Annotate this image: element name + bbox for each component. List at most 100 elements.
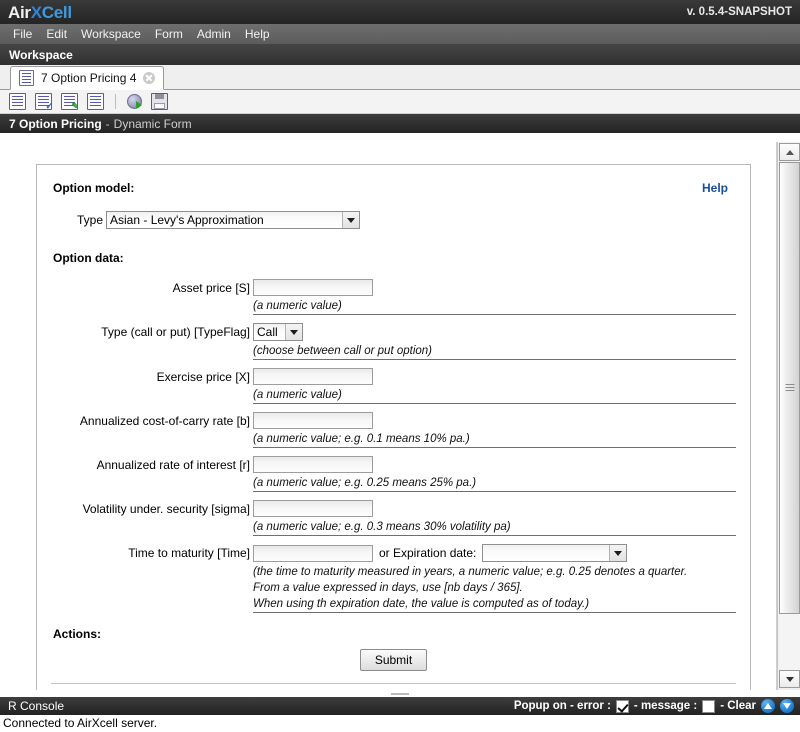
option-data-section-title: Option data: xyxy=(53,251,124,265)
menu-item-form[interactable]: Form xyxy=(148,24,190,44)
popup-on-error-label: Popup on - error : xyxy=(513,700,611,712)
submit-row: Submit xyxy=(51,649,736,671)
breadcrumb-label: Workspace xyxy=(9,47,73,62)
menu-bar: File Edit Workspace Form Admin Help xyxy=(0,24,800,44)
scrollbar-grip-icon xyxy=(785,384,794,392)
expiration-date-select[interactable] xyxy=(482,544,628,562)
form-header-subtitle: Dynamic Form xyxy=(113,116,192,131)
field-row-cost-of-carry: Annualized cost-of-carry rate [b] (a num… xyxy=(51,412,736,448)
scrollbar-track[interactable] xyxy=(779,162,800,670)
model-type-row: Type Asian - Levy's Approximation xyxy=(77,211,736,229)
menu-item-file[interactable]: File xyxy=(6,24,39,44)
properties-icon[interactable] xyxy=(87,93,104,110)
field-row-time-to-maturity: Time to maturity [Time] or Expiration da… xyxy=(51,544,736,613)
chevron-down-icon xyxy=(285,324,302,340)
cost-of-carry-input[interactable] xyxy=(253,412,373,429)
scroll-up-button[interactable] xyxy=(779,143,800,161)
field-hint-time-line1: (the time to maturity measured in years,… xyxy=(253,566,688,578)
rate-of-interest-input[interactable] xyxy=(253,456,373,473)
app-logo: AirXCell xyxy=(8,4,72,21)
model-type-select[interactable]: Asian - Levy's Approximation xyxy=(106,211,361,229)
field-label-exercise-price: Exercise price [X] xyxy=(156,370,250,384)
type-flag-select[interactable]: Call xyxy=(253,323,303,341)
run-icon[interactable] xyxy=(127,94,142,109)
time-to-maturity-input[interactable] xyxy=(253,544,373,562)
form-header-name: 7 Option Pricing xyxy=(9,116,102,131)
r-console-output: Connected to AirXcell server. xyxy=(0,715,800,732)
expiration-date-label: or Expiration date: xyxy=(379,546,477,560)
menu-item-edit[interactable]: Edit xyxy=(39,24,74,44)
version-label: v. 0.5.4-SNAPSHOT xyxy=(686,6,792,18)
field-label-rate-of-interest: Annualized rate of interest [r] xyxy=(96,458,250,472)
field-hint-time-line2: From a value expressed in days, use [nb … xyxy=(253,582,523,594)
r-console-title: R Console xyxy=(8,699,65,713)
scroll-down-button[interactable] xyxy=(779,670,800,688)
new-form-icon[interactable] xyxy=(9,93,26,110)
exercise-price-input[interactable] xyxy=(253,368,373,385)
breadcrumb: Workspace xyxy=(0,44,800,65)
toolbar-separator xyxy=(115,94,116,109)
application-window: AirXCell v. 0.5.4-SNAPSHOT File Edit Wor… xyxy=(0,0,800,732)
submit-button[interactable]: Submit xyxy=(359,649,428,671)
field-label-time-to-maturity: Time to maturity [Time] xyxy=(128,546,250,560)
save-icon[interactable] xyxy=(151,93,168,110)
field-label-volatility: Volatility under. security [sigma] xyxy=(82,502,250,516)
field-hint-asset-price: (a numeric value) xyxy=(253,298,736,315)
field-hint-volatility: (a numeric value; e.g. 0.3 means 30% vol… xyxy=(253,519,736,536)
expiration-date-value xyxy=(483,545,610,561)
field-row-exercise-price: Exercise price [X] (a numeric value) xyxy=(51,368,736,404)
close-icon[interactable] xyxy=(143,72,156,84)
toolbar: ✓ ✎ xyxy=(0,90,800,114)
tab-strip: 7 Option Pricing 4 xyxy=(0,65,800,90)
help-link[interactable]: Help xyxy=(702,181,728,195)
field-label-type-flag: Type (call or put) [TypeFlag] xyxy=(101,325,250,339)
form-fields: Asset price [S] (a numeric value) Type (… xyxy=(51,279,736,613)
field-hint-cost-of-carry: (a numeric value; e.g. 0.1 means 10% pa.… xyxy=(253,431,736,448)
edit-form-icon[interactable]: ✎ xyxy=(61,93,79,111)
option-model-section-title: Option model: xyxy=(53,181,135,195)
model-type-label: Type xyxy=(77,213,104,227)
pencil-badge-icon: ✎ xyxy=(71,101,79,111)
logo-cell-text: Cell xyxy=(41,2,72,22)
popup-error-checkbox[interactable] xyxy=(615,699,629,713)
r-console-bar: R Console Popup on - error : - message :… xyxy=(0,697,800,715)
arrow-up-icon[interactable] xyxy=(761,699,775,713)
actions-section-title: Actions: xyxy=(53,627,101,641)
popup-message-label: - message : xyxy=(633,700,698,712)
type-flag-value: Call xyxy=(254,324,285,340)
menu-item-help[interactable]: Help xyxy=(238,24,277,44)
form-canvas: Help Option model: Type Asian - Levy's A… xyxy=(0,142,777,690)
field-hint-type-flag: (choose between call or put option) xyxy=(253,343,736,360)
menu-item-admin[interactable]: Admin xyxy=(190,24,238,44)
console-splitter[interactable] xyxy=(0,690,800,697)
form-panel: Help Option model: Type Asian - Levy's A… xyxy=(36,164,751,690)
chevron-down-icon xyxy=(342,212,360,228)
asset-price-input[interactable] xyxy=(253,279,373,296)
vertical-scrollbar[interactable] xyxy=(777,142,800,690)
arrow-down-icon[interactable] xyxy=(780,699,794,713)
field-row-type-flag: Type (call or put) [TypeFlag] Call (choo… xyxy=(51,323,736,360)
field-hint-exercise-price: (a numeric value) xyxy=(253,387,736,404)
title-bar: AirXCell v. 0.5.4-SNAPSHOT xyxy=(0,0,800,24)
validate-form-icon[interactable]: ✓ xyxy=(35,93,53,111)
field-label-cost-of-carry: Annualized cost-of-carry rate [b] xyxy=(79,414,250,428)
field-label-asset-price: Asset price [S] xyxy=(172,281,250,295)
menu-item-workspace[interactable]: Workspace xyxy=(74,24,148,44)
tab-label: 7 Option Pricing 4 xyxy=(41,71,137,85)
chevron-down-icon xyxy=(609,545,627,561)
console-controls: Popup on - error : - message : - Clear xyxy=(514,699,794,713)
panel-divider xyxy=(51,683,736,684)
clear-label[interactable]: - Clear xyxy=(720,700,756,712)
document-icon xyxy=(19,70,34,86)
volatility-input[interactable] xyxy=(253,500,373,517)
model-type-value: Asian - Levy's Approximation xyxy=(107,212,343,228)
field-hint-time-line3: When using th expiration date, the value… xyxy=(253,596,736,613)
field-row-volatility: Volatility under. security [sigma] (a nu… xyxy=(51,500,736,536)
field-hint-rate-of-interest: (a numeric value; e.g. 0.25 means 25% pa… xyxy=(253,475,736,492)
field-row-asset-price: Asset price [S] (a numeric value) xyxy=(51,279,736,315)
scrollbar-thumb[interactable] xyxy=(779,162,800,614)
field-row-rate-of-interest: Annualized rate of interest [r] (a numer… xyxy=(51,456,736,492)
tab-option-pricing[interactable]: 7 Option Pricing 4 xyxy=(10,66,165,90)
form-body-area: Help Option model: Type Asian - Levy's A… xyxy=(0,142,800,690)
popup-message-checkbox[interactable] xyxy=(702,699,716,713)
